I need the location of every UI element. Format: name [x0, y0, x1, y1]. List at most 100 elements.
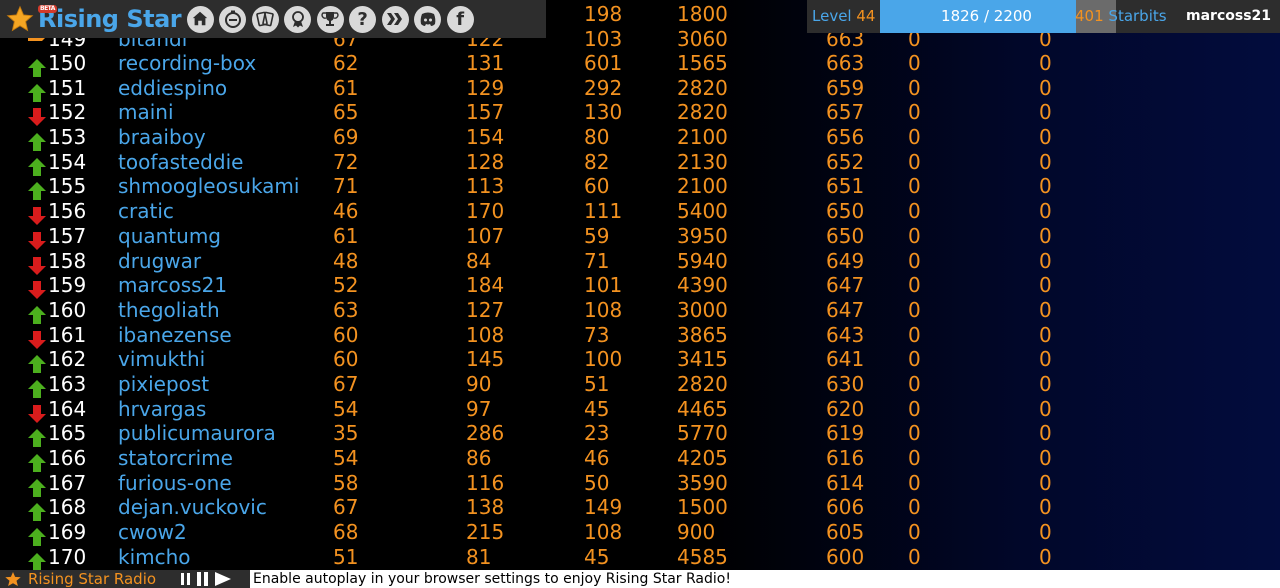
- cell-value: 3590: [677, 470, 728, 495]
- username-link[interactable]: maini: [118, 100, 174, 125]
- home-icon: [192, 11, 208, 26]
- cell-value: 68: [333, 520, 359, 545]
- cell-value: 72: [333, 149, 359, 174]
- cell-value: 60: [333, 322, 359, 347]
- cell-value: 647: [826, 297, 865, 322]
- account-username[interactable]: marcoss21: [1186, 0, 1271, 33]
- starbits-label: Starbits: [1108, 7, 1167, 25]
- username-link[interactable]: cwow2: [118, 520, 187, 545]
- username-link[interactable]: dejan.vuckovic: [118, 495, 267, 520]
- cell-value: 23: [584, 421, 610, 446]
- username-link[interactable]: vimukthi: [118, 347, 205, 372]
- username-link[interactable]: publicumaurora: [118, 421, 276, 446]
- cards-button[interactable]: [251, 5, 279, 33]
- cell-value: 46: [333, 199, 359, 224]
- cell-value: 652: [826, 149, 865, 174]
- facebook-button[interactable]: f: [446, 5, 474, 33]
- leaderboard-button[interactable]: [316, 5, 344, 33]
- home-button[interactable]: [186, 5, 214, 33]
- table-row: 161 ibanezense 60 108 73 3865 643 0 0: [0, 322, 1280, 349]
- username-link[interactable]: braaiboy: [118, 125, 206, 150]
- username-link[interactable]: thegoliath: [118, 298, 220, 323]
- cell-value: 4205: [677, 446, 728, 470]
- cell-value: 0: [1039, 297, 1052, 322]
- discord-icon: [420, 12, 435, 26]
- rank: 169: [48, 520, 87, 545]
- cell-value: 103: [584, 27, 623, 51]
- username-link[interactable]: marcoss21: [118, 273, 227, 298]
- trend-down-icon: [28, 281, 46, 300]
- cell-value: 2820: [677, 75, 728, 100]
- username-link[interactable]: statorcrime: [118, 446, 233, 471]
- username-link[interactable]: drugwar: [118, 249, 201, 274]
- username-link[interactable]: furious-one: [118, 471, 232, 496]
- rank: 154: [48, 149, 87, 174]
- cell-value: 50: [584, 470, 610, 495]
- volume-icon[interactable]: [180, 571, 192, 587]
- logo-text-label: Rising Star: [38, 5, 182, 33]
- rank: 170: [48, 544, 87, 569]
- username-link[interactable]: shmoogleosukami: [118, 174, 299, 199]
- cell-value: 5770: [677, 421, 728, 446]
- cell-value: 643: [826, 322, 865, 347]
- cell-value: 600: [826, 544, 865, 569]
- trend-up-icon: [28, 59, 46, 77]
- cell-value: 0: [908, 125, 921, 150]
- cell-value: 0: [1039, 322, 1052, 347]
- username-link[interactable]: quantumg: [118, 224, 221, 249]
- cell-value: 657: [826, 100, 865, 125]
- cell-value: 292: [584, 75, 623, 100]
- logo[interactable]: BETA Rising Star: [6, 0, 182, 38]
- cell-value: 2820: [677, 371, 728, 396]
- cell-value: 0: [908, 174, 921, 199]
- cell-value: 641: [826, 347, 865, 372]
- cell-value: 0: [1039, 248, 1052, 273]
- username-link[interactable]: cratic: [118, 199, 174, 224]
- discord-button[interactable]: [414, 5, 442, 33]
- cell-value: 614: [826, 470, 865, 495]
- table-row: 154 toofasteddie 72 128 82 2130 652 0 0: [0, 149, 1280, 176]
- cell-value: 54: [333, 396, 359, 421]
- cell-value: 0: [1039, 100, 1052, 125]
- cell-value: 108: [466, 322, 505, 347]
- cell-value: 51: [584, 371, 610, 396]
- username-link[interactable]: hrvargas: [118, 397, 206, 422]
- cell-value: 3415: [677, 347, 728, 372]
- username-link[interactable]: kimcho: [118, 545, 191, 570]
- timer-button[interactable]: [219, 5, 247, 33]
- cell-value: 0: [908, 75, 921, 100]
- help-button[interactable]: ?: [349, 5, 377, 33]
- cell-value: 0: [1039, 347, 1052, 372]
- rank: 161: [48, 322, 87, 347]
- cell-value: 0: [908, 470, 921, 495]
- username-link[interactable]: ibanezense: [118, 323, 232, 348]
- cell-value: 0: [1039, 273, 1052, 298]
- cell-value: 4390: [677, 273, 728, 298]
- table-row: 162 vimukthi 60 145 100 3415 641 0 0: [0, 347, 1280, 374]
- badges-button[interactable]: [284, 5, 312, 33]
- trend-down-icon: [28, 330, 46, 349]
- cell-value: 0: [1039, 495, 1052, 520]
- cell-value: 659: [826, 75, 865, 100]
- rank: 150: [48, 51, 87, 75]
- cell-value: 0: [908, 544, 921, 569]
- cell-value: 5400: [677, 199, 728, 224]
- username-link[interactable]: eddiespino: [118, 76, 227, 101]
- pause-icon[interactable]: [196, 571, 210, 587]
- trend-down-icon: [28, 108, 46, 127]
- cell-value: 0: [908, 347, 921, 372]
- username-link[interactable]: toofasteddie: [118, 150, 243, 175]
- radio-player: Rising Star Radio: [0, 570, 250, 588]
- hive-button[interactable]: [381, 5, 409, 33]
- cell-value: 616: [826, 446, 865, 470]
- rank: 166: [48, 446, 87, 470]
- cell-value: 0: [1039, 125, 1052, 150]
- username-link[interactable]: pixiepost: [118, 372, 209, 397]
- play-icon[interactable]: [214, 571, 232, 587]
- cell-value: 0: [1039, 396, 1052, 421]
- cell-value: 108: [584, 520, 623, 545]
- starbits-balance[interactable]: 401 Starbits: [1075, 0, 1167, 33]
- username-link[interactable]: recording-box: [118, 51, 256, 76]
- table-row: 150 recording-box 62 131 601 1565 663 0 0: [0, 51, 1280, 77]
- table-row: 157 quantumg 61 107 59 3950 650 0 0: [0, 224, 1280, 250]
